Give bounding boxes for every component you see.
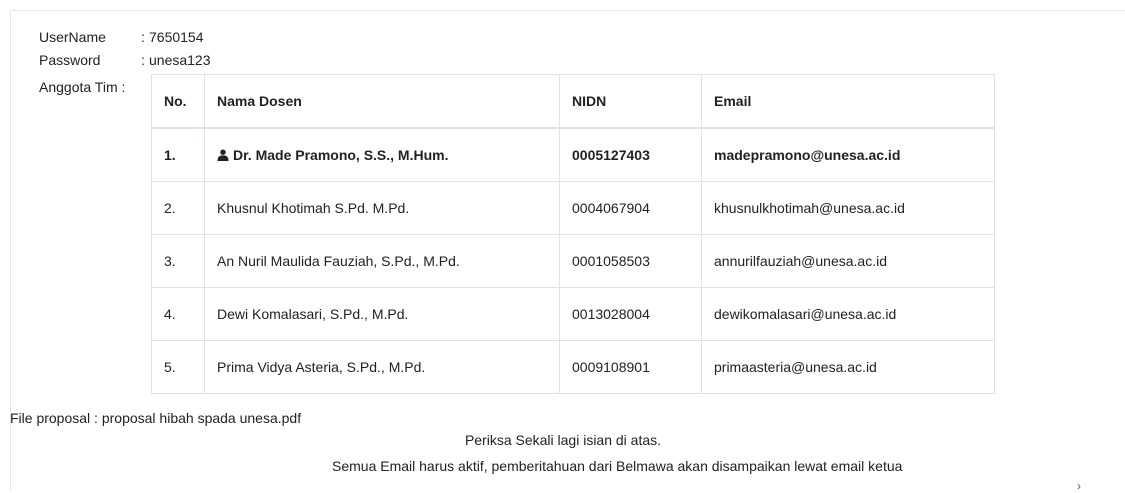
- table-header-row: No. Nama Dosen NIDN Email: [151, 74, 995, 129]
- file-proposal-row: File proposal : proposal hibah spada une…: [10, 409, 301, 427]
- cell-email: dewikomalasari@unesa.ac.id: [701, 287, 995, 341]
- column-header-email: Email: [701, 74, 995, 129]
- table-row: 3. An Nuril Maulida Fauziah, S.Pd., M.Pd…: [151, 234, 995, 288]
- cell-name: Dewi Komalasari, S.Pd., M.Pd.: [204, 287, 560, 341]
- password-value: unesa123: [149, 52, 211, 68]
- cell-no: 1.: [151, 127, 205, 182]
- column-header-nidn: NIDN: [559, 74, 702, 129]
- cell-nidn: 0013028004: [559, 287, 702, 341]
- cell-name: Dr. Made Pramono, S.S., M.Hum.: [204, 127, 560, 182]
- username-row: UserName:7650154: [39, 28, 204, 46]
- cell-no: 2.: [151, 181, 205, 235]
- cell-nidn: 0004067904: [559, 181, 702, 235]
- username-label: UserName: [39, 29, 106, 45]
- username-value: 7650154: [149, 29, 204, 45]
- cell-email: annurilfauziah@unesa.ac.id: [701, 234, 995, 288]
- cell-nidn: 0009108901: [559, 340, 702, 394]
- team-label: Anggota Tim :: [39, 79, 126, 95]
- cell-email: primaasteria@unesa.ac.id: [701, 340, 995, 394]
- cell-no: 4.: [151, 287, 205, 341]
- notice-check-entries: Periksa Sekali lagi isian di atas.: [464, 432, 662, 448]
- cell-no: 3.: [151, 234, 205, 288]
- cell-name: An Nuril Maulida Fauziah, S.Pd., M.Pd.: [204, 234, 560, 288]
- table-row: 5. Prima Vidya Asteria, S.Pd., M.Pd. 000…: [151, 340, 995, 394]
- table-row-ketua: 1. Dr. Made Pramono, S.S., M.Hum. 000512…: [151, 127, 995, 182]
- team-table: No. Nama Dosen NIDN Email 1. Dr. Made Pr…: [151, 74, 995, 394]
- cell-name-text: Dr. Made Pramono, S.S., M.Hum.: [233, 147, 449, 163]
- cell-name: Prima Vidya Asteria, S.Pd., M.Pd.: [204, 340, 560, 394]
- notice-email-active: Semua Email harus aktif, pemberitahuan d…: [332, 458, 903, 474]
- resize-arrow-icon: ›: [1077, 479, 1081, 493]
- password-row: Password: unesa123: [39, 51, 211, 69]
- file-proposal-label: File proposal :: [10, 410, 98, 426]
- cell-email: madepramono@unesa.ac.id: [701, 127, 995, 182]
- cell-nidn: 0001058503: [559, 234, 702, 288]
- table-row: 2. Khusnul Khotimah S.Pd. M.Pd. 00040679…: [151, 181, 995, 235]
- password-separator: :: [141, 52, 145, 68]
- cell-name: Khusnul Khotimah S.Pd. M.Pd.: [204, 181, 560, 235]
- cell-no: 5.: [151, 340, 205, 394]
- column-header-no: No.: [151, 74, 205, 129]
- user-icon: [217, 148, 229, 161]
- column-header-nama-dosen: Nama Dosen: [204, 74, 560, 129]
- username-separator: :: [141, 29, 145, 45]
- cell-nidn: 0005127403: [559, 127, 702, 182]
- password-label: Password: [39, 52, 101, 68]
- file-proposal-value[interactable]: proposal hibah spada unesa.pdf: [102, 410, 301, 426]
- cell-email: khusnulkhotimah@unesa.ac.id: [701, 181, 995, 235]
- table-row: 4. Dewi Komalasari, S.Pd., M.Pd. 0013028…: [151, 287, 995, 341]
